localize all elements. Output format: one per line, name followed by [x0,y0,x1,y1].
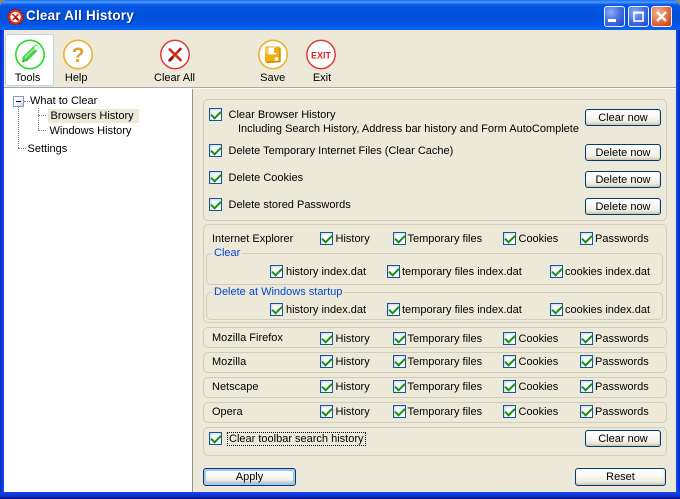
svg-text:EXIT: EXIT [311,51,332,61]
svg-text:?: ? [71,44,84,67]
